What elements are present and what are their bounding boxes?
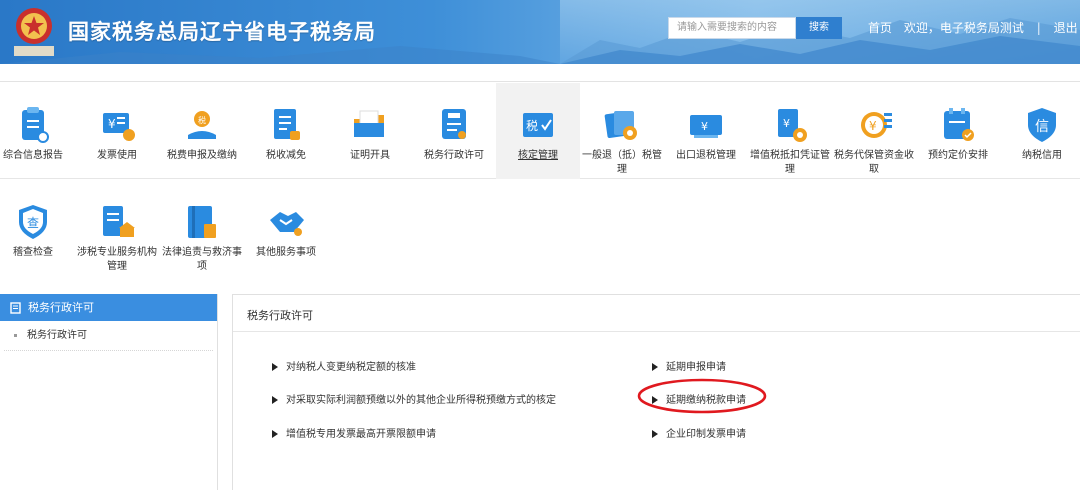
triangle-bullet-icon: [272, 363, 278, 371]
menu-item-handshake[interactable]: 其他服务事项: [244, 180, 328, 280]
credit-icon: 信: [1028, 108, 1056, 142]
menu-item-label: 税务代保管资金收取: [834, 150, 914, 175]
menu-item-label: 发票使用: [97, 150, 137, 161]
menu-item-label: 综合信息报告: [3, 150, 63, 161]
svg-text:¥: ¥: [783, 117, 790, 130]
search-input[interactable]: 请输入需要搜索的内容: [668, 17, 796, 39]
site-title: 国家税务总局辽宁省电子税务局: [68, 20, 376, 44]
link-change-tax-quota[interactable]: 对纳税人变更纳税定额的核准: [272, 358, 416, 373]
menu-item-label: 纳税信用: [1022, 150, 1062, 161]
menu-item-label: 证明开具: [350, 150, 390, 161]
triangle-bullet-icon: [652, 430, 658, 438]
svg-text:¥: ¥: [701, 120, 708, 133]
link-label: 延期申报申请: [666, 362, 726, 373]
link-separator: |: [1036, 21, 1041, 35]
menu-item-credit[interactable]: 信纳税信用: [1000, 83, 1080, 179]
menu-item-label: 税务行政许可: [424, 150, 484, 161]
assessment-icon: 税: [523, 113, 553, 137]
menu-item-institution[interactable]: 涉税专业服务机构管理: [75, 180, 159, 280]
svg-text:¥: ¥: [869, 119, 877, 133]
admin-license-icon: [442, 109, 466, 139]
service-menu-row-1: 综合信息报告 ¥ 发票使用税税费申报及缴纳 税收减免 证明开具 税务行政许可税核定管理 一般…: [0, 83, 1080, 179]
menu-item-assessment[interactable]: 税核定管理: [496, 83, 580, 179]
sidebar: 税务行政许可 税务行政许可: [0, 294, 218, 490]
site-header: 国家税务总局辽宁省电子税务局 请输入需要搜索的内容 搜索 首页 欢迎，电子税务局…: [0, 0, 1080, 64]
menu-item-label: 增值税抵扣凭证管理: [750, 150, 830, 175]
link-prepayment-method[interactable]: 对采取实际利润额预缴以外的其他企业所得税预缴方式的核定: [272, 391, 556, 406]
service-menu-row-2: 查稽查检查 涉税专业服务机构管理 法律追责与救济事项 其他服务事项: [0, 180, 1080, 280]
svg-text:¥: ¥: [108, 117, 116, 131]
menu-item-export-refund[interactable]: ¥ 出口退税管理: [664, 83, 748, 179]
handshake-icon: [270, 212, 304, 236]
home-link[interactable]: 首页: [868, 19, 892, 36]
menu-item-pricing[interactable]: 预约定价安排: [916, 83, 1000, 179]
header-spacer: [0, 64, 1080, 82]
report-icon: [22, 107, 49, 143]
welcome-text: 欢迎，电子税务局测试: [903, 21, 1024, 35]
tax-reduction-icon: [274, 109, 300, 140]
menu-item-law-book[interactable]: 法律追责与救济事项: [160, 180, 244, 280]
menu-item-tax-reduction[interactable]: 税收减免: [244, 83, 328, 179]
link-label: 企业印制发票申请: [666, 429, 746, 440]
triangle-bullet-icon: [272, 396, 278, 404]
tax-declare-icon: 税: [188, 111, 216, 139]
svg-text:查: 查: [27, 216, 39, 230]
top-links: 首页 欢迎，电子税务局测试 | 退出: [868, 19, 1078, 36]
svg-text:信: 信: [1035, 119, 1049, 135]
pricing-icon: [944, 108, 974, 141]
sidebar-title: 税务行政许可: [28, 301, 94, 314]
menu-item-certificate[interactable]: 证明开具: [328, 83, 412, 179]
menu-item-label: 其他服务事项: [256, 247, 316, 258]
link-label: 对纳税人变更纳税定额的核准: [286, 362, 416, 373]
menu-item-label: 预约定价安排: [928, 150, 988, 161]
triangle-bullet-icon: [272, 430, 278, 438]
menu-item-report[interactable]: 综合信息报告: [0, 83, 75, 179]
svg-text:税: 税: [198, 115, 206, 125]
red-highlight-circle: [637, 378, 767, 414]
link-invoice-printing[interactable]: 企业印制发票申请: [652, 425, 746, 440]
triangle-bullet-icon: [652, 363, 658, 371]
menu-item-vat-deduction[interactable]: ¥ 增值税抵扣凭证管理: [748, 83, 832, 179]
menu-item-label: 税收减免: [266, 150, 306, 161]
tax-emblem-logo: [14, 8, 54, 56]
custody-fund-icon: ¥: [861, 112, 892, 138]
menu-item-label: 核定管理: [518, 150, 558, 161]
menu-item-audit-shield[interactable]: 查稽查检查: [0, 180, 75, 280]
link-extended-filing[interactable]: 延期申报申请: [652, 358, 726, 373]
certificate-icon: [354, 110, 384, 137]
sidebar-item-admin-license[interactable]: 税务行政许可: [4, 321, 213, 351]
audit-shield-icon: 查: [19, 205, 47, 239]
menu-item-label: 稽查检查: [13, 247, 53, 258]
menu-item-custody-fund[interactable]: ¥ 税务代保管资金收取: [832, 83, 916, 179]
menu-item-label: 法律追责与救济事项: [162, 247, 242, 272]
vat-deduction-icon: ¥: [778, 109, 807, 142]
panel-title: 税务行政许可: [247, 309, 313, 322]
menu-item-label: 涉税专业服务机构管理: [77, 247, 157, 272]
sidebar-item-label: 税务行政许可: [27, 330, 87, 341]
menu-item-label: 出口退税管理: [676, 150, 736, 161]
bullet-icon: [14, 333, 17, 337]
link-vat-invoice-limit[interactable]: 增值税专用发票最高开票限额申请: [272, 425, 436, 440]
menu-item-refund[interactable]: 一般退（抵）税管理: [580, 83, 664, 179]
link-label: 对采取实际利润额预缴以外的其他企业所得税预缴方式的核定: [286, 395, 556, 406]
institution-icon: [103, 206, 135, 237]
menu-item-invoice[interactable]: ¥ 发票使用: [75, 83, 159, 179]
law-book-icon: [188, 206, 216, 238]
logout-link[interactable]: 退出: [1054, 19, 1078, 36]
sidebar-header[interactable]: 税务行政许可: [0, 294, 217, 321]
search-button[interactable]: 搜索: [796, 17, 842, 39]
menu-item-label: 一般退（抵）税管理: [582, 150, 662, 175]
invoice-icon: ¥: [103, 113, 135, 141]
menu-item-admin-license[interactable]: 税务行政许可: [412, 83, 496, 179]
svg-text:税: 税: [526, 119, 538, 133]
refund-icon: [604, 111, 637, 140]
menu-item-tax-declare[interactable]: 税税费申报及缴纳: [160, 83, 244, 179]
link-label: 增值税专用发票最高开票限额申请: [286, 429, 436, 440]
menu-item-label: 税费申报及缴纳: [167, 150, 237, 161]
document-icon: [10, 302, 21, 314]
export-refund-icon: ¥: [690, 115, 722, 138]
panel-divider: [233, 331, 1080, 332]
